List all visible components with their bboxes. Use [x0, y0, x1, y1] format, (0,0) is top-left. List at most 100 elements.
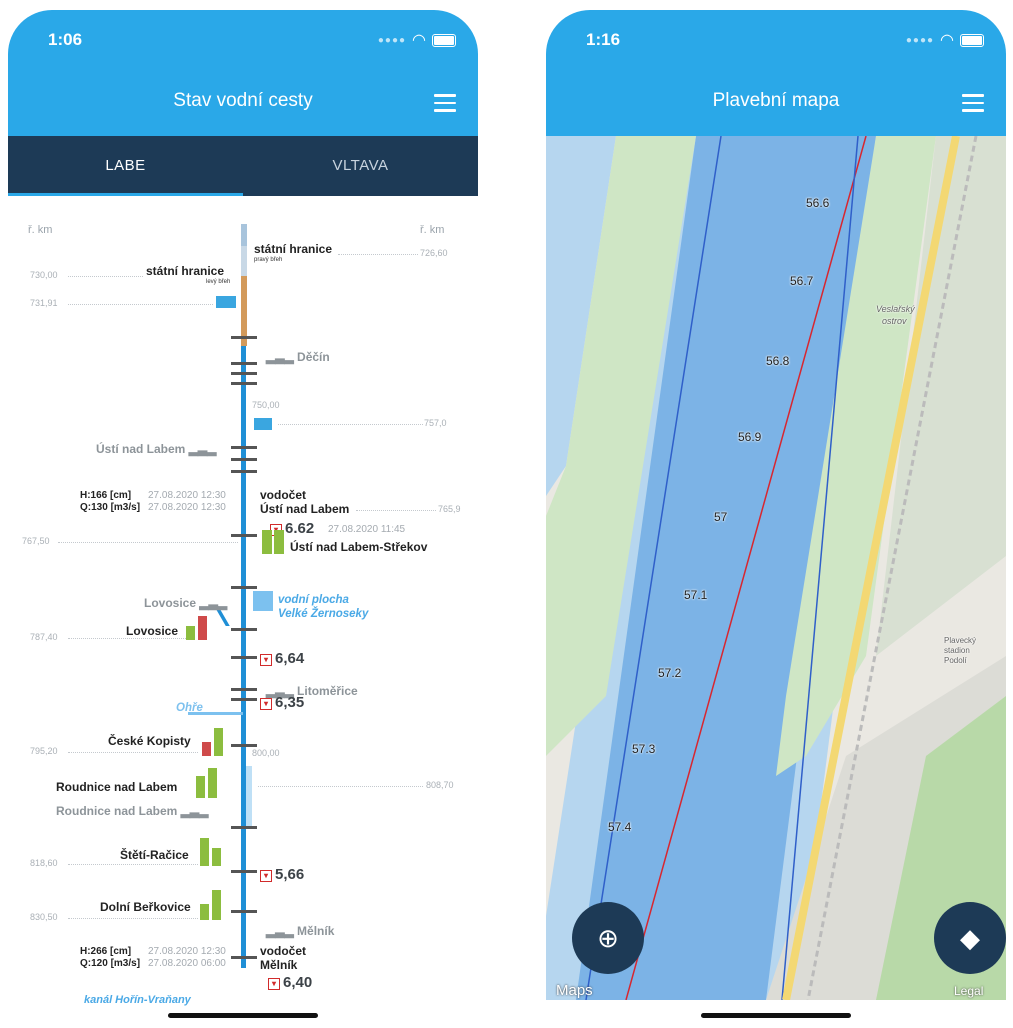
- bridge-1: [231, 336, 257, 339]
- label-lovosice: Lovosice: [126, 624, 179, 638]
- label-melnik: ▂▃▂ Mělník: [266, 924, 335, 938]
- km-header-right: ř. km: [420, 224, 445, 236]
- km-767: 767,50: [22, 536, 50, 546]
- label-levy-breh: levý břeh: [206, 279, 231, 285]
- stat-h-usti: H:166 [cm]: [80, 490, 132, 501]
- label-statni-hranice-right: státní hranice: [254, 242, 333, 256]
- river-segment-border: [241, 224, 247, 246]
- km-marker[interactable]: 57.1: [684, 588, 707, 602]
- label-ceske-kopisty: České Kopisty: [108, 734, 191, 748]
- lock-chamber-bar-red: [202, 742, 211, 756]
- km-guide: [68, 276, 143, 277]
- gauge-icon: ▾: [260, 870, 272, 882]
- layers-button[interactable]: ◆: [934, 902, 1006, 974]
- km-765: 765,9: [438, 504, 461, 514]
- label-plavecky: Plavecký: [944, 636, 977, 645]
- navigation-map[interactable]: 56.6 56.7 56.8 56.9 57 57.1 57.2 57.3 57…: [546, 136, 1006, 1000]
- km-guide: [68, 752, 198, 753]
- lock-chamber-bar: [214, 728, 223, 756]
- label-dolni-berkovice: Dolní Beřkovice: [100, 900, 191, 914]
- label-velke-zernoseky: Velké Žernoseky: [278, 608, 369, 620]
- label-kanal: kanál Hořín-Vraňany: [84, 994, 191, 1006]
- lock-chamber-bar: [196, 776, 205, 798]
- locate-me-button[interactable]: ⊕: [572, 902, 644, 974]
- km-marker[interactable]: 57.4: [608, 820, 631, 834]
- lock-chamber-bar: [274, 530, 284, 554]
- lock-chamber-bar: [186, 626, 195, 640]
- km-731: 731,91: [30, 298, 58, 308]
- bridge-12: [231, 826, 257, 829]
- km-guide: [278, 424, 423, 425]
- km-marker[interactable]: 56.7: [790, 274, 813, 288]
- km-marker[interactable]: 56.6: [806, 196, 829, 210]
- label-vodocet-usti-place: Ústí nad Labem: [260, 502, 350, 516]
- bridge-5: [231, 446, 257, 449]
- lock-chamber-bar: [208, 768, 217, 798]
- stat-h-date-melnik: 27.08.2020 12:30: [148, 946, 226, 957]
- home-indicator[interactable]: [701, 1013, 851, 1018]
- menu-icon[interactable]: [962, 94, 984, 117]
- km-marker[interactable]: 56.8: [766, 354, 789, 368]
- km-marker[interactable]: 57: [714, 510, 727, 524]
- lock-steti: [231, 870, 257, 873]
- label-vodni-plocha: vodní plocha: [278, 594, 349, 606]
- tab-labe[interactable]: LABE: [8, 136, 243, 196]
- gauge-lovosice[interactable]: ▾ 6,64: [260, 650, 304, 667]
- km-818: 818,60: [30, 858, 58, 868]
- apple-maps-logo: Maps: [556, 982, 593, 999]
- legal-link[interactable]: Legal: [954, 984, 983, 998]
- label-roudnice-grey: Roudnice nad Labem ▂▃▂: [56, 804, 209, 818]
- status-icons: ●●●● ◠: [378, 30, 456, 50]
- waterway-diagram[interactable]: ř. km ř. km státní hranice pravý břeh 72…: [8, 196, 478, 976]
- km-marker[interactable]: 57.2: [658, 666, 681, 680]
- tab-vltava[interactable]: VLTAVA: [243, 136, 478, 196]
- km-guide: [68, 864, 198, 865]
- bridge-3: [231, 372, 257, 375]
- label-vodocet-melnik: vodočet: [260, 944, 307, 958]
- bridge-10: [231, 688, 257, 691]
- port-icon[interactable]: [216, 296, 236, 308]
- roudnice-side-arm: [246, 766, 252, 826]
- km-795: 795,20: [30, 746, 58, 756]
- bridge-11: [231, 698, 257, 701]
- app-header: 1:16 ●●●● ◠ Plavební mapa: [546, 10, 1006, 136]
- gauge-icon: ▾: [268, 978, 280, 990]
- km-header-left: ř. km: [28, 224, 53, 236]
- km-800: 800,00: [252, 748, 280, 758]
- bridge-9: [231, 656, 257, 659]
- status-time: 1:06: [48, 30, 83, 49]
- lock-chamber-bar: [200, 838, 209, 866]
- crosshair-icon: ⊕: [597, 923, 619, 953]
- km-808: 808,70: [426, 780, 454, 790]
- stat-q-melnik: Q:120 [m3/s]: [80, 958, 141, 969]
- label-roudnice: Roudnice nad Labem: [56, 780, 178, 794]
- label-stadion: stadion: [944, 646, 970, 655]
- km-guide: [68, 304, 213, 305]
- km-marker[interactable]: 57.3: [632, 742, 655, 756]
- signal-icon: ●●●●: [377, 34, 407, 46]
- stat-q-usti: Q:130 [m3/s]: [80, 502, 141, 513]
- km-guide: [356, 510, 436, 511]
- menu-icon[interactable]: [434, 94, 456, 117]
- label-pravy-breh: pravý břeh: [254, 257, 283, 263]
- map-canvas: [546, 136, 1006, 1000]
- lock-chamber-bar: [200, 904, 209, 920]
- stat-h-date-usti: 27.08.2020 12:30: [148, 490, 226, 501]
- label-usti-strekov: Ústí nad Labem-Střekov: [290, 540, 428, 554]
- home-indicator[interactable]: [168, 1013, 318, 1018]
- gauge-melnik[interactable]: ▾ 6,40: [268, 974, 312, 991]
- km-guide: [68, 638, 188, 639]
- port-icon-2[interactable]: [254, 418, 272, 430]
- stat-q-date-usti: 27.08.2020 12:30: [148, 502, 226, 513]
- page-title: Plavební mapa: [712, 90, 840, 111]
- wifi-icon: ◠: [412, 32, 426, 49]
- km-marker[interactable]: 56.9: [738, 430, 761, 444]
- gauge-steti[interactable]: ▾ 5,66: [260, 866, 304, 883]
- bridge-13: [231, 956, 257, 959]
- km-787: 787,40: [30, 632, 58, 642]
- layers-icon: ◆: [960, 923, 980, 953]
- label-podoli: Podolí: [944, 656, 967, 665]
- status-icons: ●●●● ◠: [906, 30, 984, 50]
- gauge-litomerice[interactable]: ▾ 6,35: [260, 694, 304, 711]
- stat-q-date-melnik: 27.08.2020 06:00: [148, 958, 226, 969]
